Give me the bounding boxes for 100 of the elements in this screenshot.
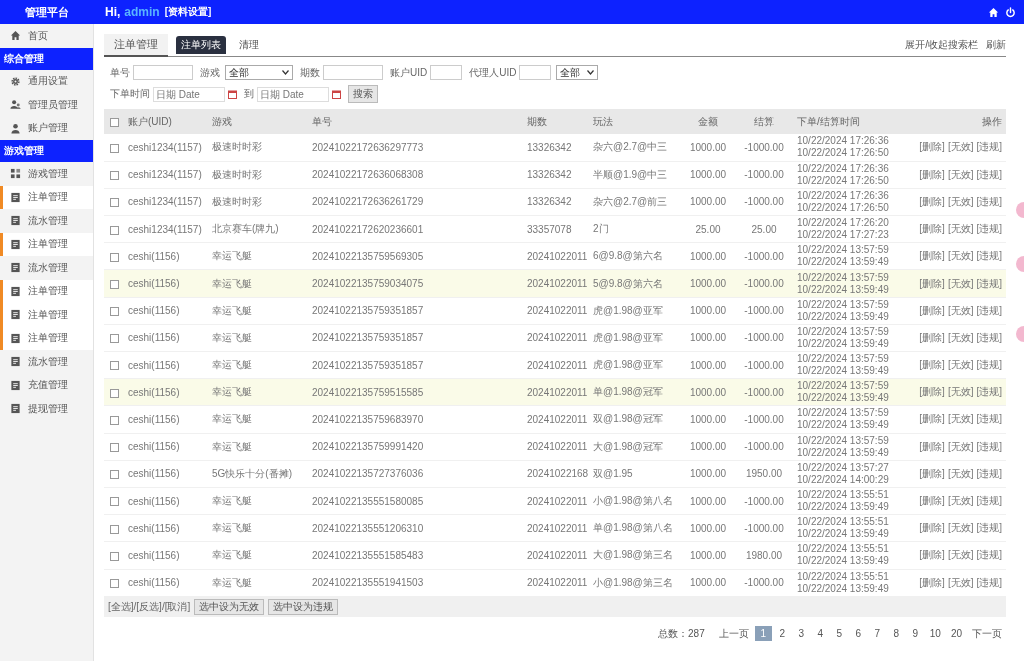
action-link[interactable]: [违规] (976, 385, 1002, 400)
action-link[interactable]: [删除] (919, 276, 945, 291)
previous-page-link[interactable]: 上一页 (714, 624, 753, 643)
sidebar-item[interactable]: 管理员管理 (0, 93, 93, 117)
action-link[interactable]: [删除] (919, 249, 945, 264)
action-link[interactable]: [无效] (947, 412, 974, 427)
action-link[interactable]: [无效] (947, 303, 974, 318)
agent-uid-field[interactable] (519, 65, 552, 80)
row-checkbox[interactable] (110, 198, 119, 208)
sidebar-item[interactable]: 通用设置 (0, 69, 93, 93)
action-link[interactable]: [删除] (919, 575, 945, 590)
row-checkbox[interactable] (110, 415, 119, 425)
sidebar-item[interactable]: 流水管理 (0, 209, 93, 233)
row-checkbox[interactable] (110, 551, 119, 561)
action-link[interactable]: [违规] (976, 194, 1002, 209)
page-link[interactable]: 3 (792, 626, 810, 642)
sidebar-section-header[interactable]: 游戏管理 (0, 140, 93, 162)
sidebar-item[interactable]: 提现管理 (0, 397, 93, 421)
page-link[interactable]: 6 (849, 626, 867, 642)
sidebar-item[interactable]: 首页 (0, 24, 93, 48)
row-checkbox[interactable] (110, 252, 119, 262)
date-field[interactable]: 日期 Date (153, 86, 225, 102)
sidebar-item[interactable]: 注单管理 (0, 279, 93, 303)
action-link[interactable]: [删除] (919, 412, 945, 427)
bulk-action-button[interactable]: 选中设为违规 (268, 598, 339, 615)
profile-link[interactable]: [资料设置] (164, 5, 212, 19)
select-all-checkbox[interactable] (110, 117, 119, 127)
row-checkbox[interactable] (110, 279, 119, 289)
sidebar-item[interactable]: 账户管理 (0, 116, 93, 140)
page-link[interactable]: 5 (830, 626, 848, 642)
action-link[interactable]: [无效] (947, 276, 974, 291)
row-checkbox[interactable] (110, 388, 119, 398)
action-link[interactable]: [违规] (976, 358, 1002, 373)
account-uid-field[interactable] (430, 65, 463, 80)
action-link[interactable]: [违规] (976, 249, 1002, 264)
floating-bubble-icon[interactable] (1016, 326, 1024, 342)
action-link[interactable]: [无效] (947, 575, 974, 590)
action-link[interactable]: [无效] (947, 330, 974, 345)
row-checkbox[interactable] (110, 443, 119, 452)
sidebar-item[interactable]: 注单管理 (0, 185, 93, 209)
page-link[interactable]: 4 (811, 626, 829, 642)
action-link[interactable]: [无效] (947, 494, 974, 509)
row-checkbox[interactable] (110, 143, 119, 153)
action-link[interactable]: [违规] (976, 276, 1002, 291)
action-link[interactable]: [删除] (919, 494, 945, 509)
selection-links[interactable]: [全选]/[反选]/[取消] (108, 599, 191, 614)
row-checkbox[interactable] (110, 307, 119, 317)
status-select[interactable]: 全部 (556, 65, 599, 80)
toolbar-link[interactable]: 展开/收起搜索栏 (905, 38, 978, 52)
row-checkbox[interactable] (110, 524, 119, 534)
action-link[interactable]: [删除] (919, 439, 945, 454)
toolbar-link[interactable]: 刷新 (986, 38, 1006, 52)
sidebar-item[interactable]: 流水管理 (0, 350, 93, 374)
calendar-icon[interactable] (228, 89, 237, 99)
action-link[interactable]: [删除] (919, 358, 945, 373)
action-link[interactable]: [删除] (919, 140, 945, 155)
action-link[interactable]: [无效] (947, 548, 974, 563)
sidebar-item[interactable]: 流水管理 (0, 256, 93, 280)
page-link[interactable]: 8 (887, 626, 905, 642)
sidebar-item[interactable]: 注单管理 (0, 232, 93, 256)
power-icon[interactable] (1005, 6, 1016, 18)
home-icon[interactable] (988, 6, 999, 18)
page-link[interactable]: 7 (868, 626, 886, 642)
action-link[interactable]: [无效] (947, 194, 974, 209)
page-link[interactable]: 1 (754, 626, 772, 642)
sidebar-item[interactable]: 游戏管理 (0, 162, 93, 186)
action-link[interactable]: [无效] (947, 249, 974, 264)
action-link[interactable]: [删除] (919, 222, 945, 237)
action-link[interactable]: [无效] (947, 439, 974, 454)
row-checkbox[interactable] (110, 225, 119, 235)
page-link[interactable]: 20 (946, 626, 966, 642)
action-link[interactable]: [删除] (919, 194, 945, 209)
action-link[interactable]: [违规] (976, 412, 1002, 427)
sidebar-item[interactable]: 注单管理 (0, 303, 93, 327)
action-link[interactable]: [删除] (919, 466, 945, 481)
tab[interactable]: 注单列表 (176, 36, 226, 54)
next-page-link[interactable]: 下一页 (968, 624, 1006, 643)
action-link[interactable]: [违规] (976, 575, 1002, 590)
row-checkbox[interactable] (110, 361, 119, 371)
action-link[interactable]: [删除] (919, 548, 945, 563)
date-field[interactable]: 日期 Date (257, 86, 329, 102)
sidebar-item[interactable]: 充值管理 (0, 373, 93, 397)
sidebar-section-header[interactable]: 综合管理 (0, 47, 93, 70)
row-checkbox[interactable] (110, 334, 119, 344)
action-link[interactable]: [违规] (976, 140, 1002, 155)
action-link[interactable]: [无效] (947, 521, 974, 536)
game-select[interactable]: 全部 (225, 65, 293, 80)
row-checkbox[interactable] (110, 171, 119, 181)
action-link[interactable]: [违规] (976, 167, 1002, 182)
action-link[interactable]: [无效] (947, 140, 974, 155)
row-checkbox[interactable] (110, 497, 119, 507)
bet-number-field[interactable] (133, 65, 193, 80)
bulk-action-button[interactable]: 选中设为无效 (194, 598, 265, 615)
action-link[interactable]: [删除] (919, 330, 945, 345)
period-field[interactable] (323, 65, 383, 80)
action-link[interactable]: [违规] (976, 439, 1002, 454)
row-checkbox[interactable] (110, 578, 119, 588)
page-link[interactable]: 10 (925, 626, 945, 642)
floating-bubble-icon[interactable] (1016, 256, 1024, 272)
action-link[interactable]: [无效] (947, 222, 974, 237)
